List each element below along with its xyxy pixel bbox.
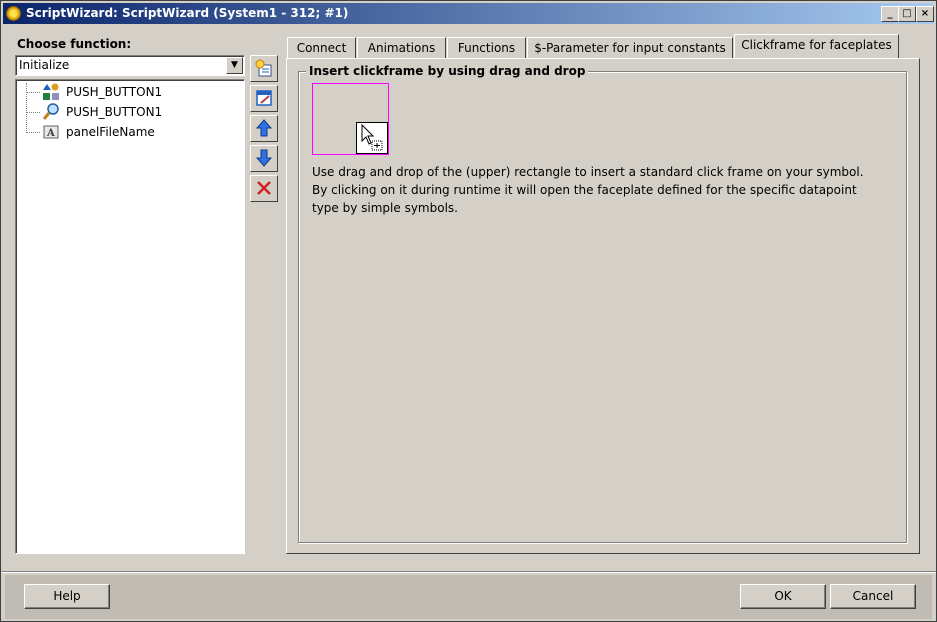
maximize-button[interactable]: □ <box>898 6 916 22</box>
move-down-button[interactable] <box>250 145 278 172</box>
magnifier-icon <box>42 103 60 121</box>
delete-button[interactable] <box>250 175 278 202</box>
chevron-down-icon[interactable]: ▼ <box>226 57 243 74</box>
edit-script-button[interactable] <box>250 85 278 112</box>
scriptwizard-window: ScriptWizard: ScriptWizard (System1 - 31… <box>0 0 937 622</box>
tree-line <box>26 83 27 131</box>
cancel-button[interactable]: Cancel <box>830 584 916 609</box>
clickframe-groupbox <box>298 71 907 543</box>
tree-item-label: panelFileName <box>66 125 155 139</box>
move-up-button[interactable] <box>250 115 278 142</box>
arrow-down-icon <box>255 149 273 167</box>
delete-x-icon <box>257 181 271 195</box>
function-select[interactable]: Initialize ▼ <box>15 55 245 76</box>
title-bar[interactable]: ScriptWizard: ScriptWizard (System1 - 31… <box>3 3 934 24</box>
tree-item-label: PUSH_BUTTON1 <box>66 85 163 99</box>
edit-icon <box>256 90 272 106</box>
close-button[interactable]: × <box>916 6 934 22</box>
object-tree[interactable]: PUSH_BUTTON1 PUSH_BUTTON1 A panelFileNam… <box>15 79 245 554</box>
function-select-value: Initialize <box>19 58 70 72</box>
tab-connect[interactable]: Connect <box>287 37 356 58</box>
clickframe-description: Use drag and drop of the (upper) rectang… <box>312 165 864 215</box>
tab-clickframe-faceplates[interactable]: Clickframe for faceplates <box>734 34 899 58</box>
group-title: Insert clickframe by using drag and drop <box>306 64 589 78</box>
tree-item-label: PUSH_BUTTON1 <box>66 105 163 119</box>
svg-text:A: A <box>46 128 55 139</box>
shapes-icon <box>42 83 60 101</box>
window-title: ScriptWizard: ScriptWizard (System1 - 31… <box>26 6 349 20</box>
choose-function-label: Choose function: <box>17 37 132 51</box>
drag-cursor-icon <box>356 122 388 154</box>
minimize-button[interactable]: _ <box>881 6 899 22</box>
text-field-icon: A <box>42 123 60 141</box>
help-button[interactable]: Help <box>24 584 110 609</box>
ok-button[interactable]: OK <box>740 584 826 609</box>
tab-functions[interactable]: Functions <box>447 37 526 58</box>
arrow-up-icon <box>255 119 273 137</box>
add-script-icon <box>255 59 272 77</box>
add-script-button[interactable] <box>250 55 278 82</box>
app-gear-icon <box>6 6 21 21</box>
tab-animations[interactable]: Animations <box>357 37 446 58</box>
tab-parameter-input-constants[interactable]: $-Parameter for input constants <box>527 37 733 58</box>
footer-separator <box>1 571 936 573</box>
